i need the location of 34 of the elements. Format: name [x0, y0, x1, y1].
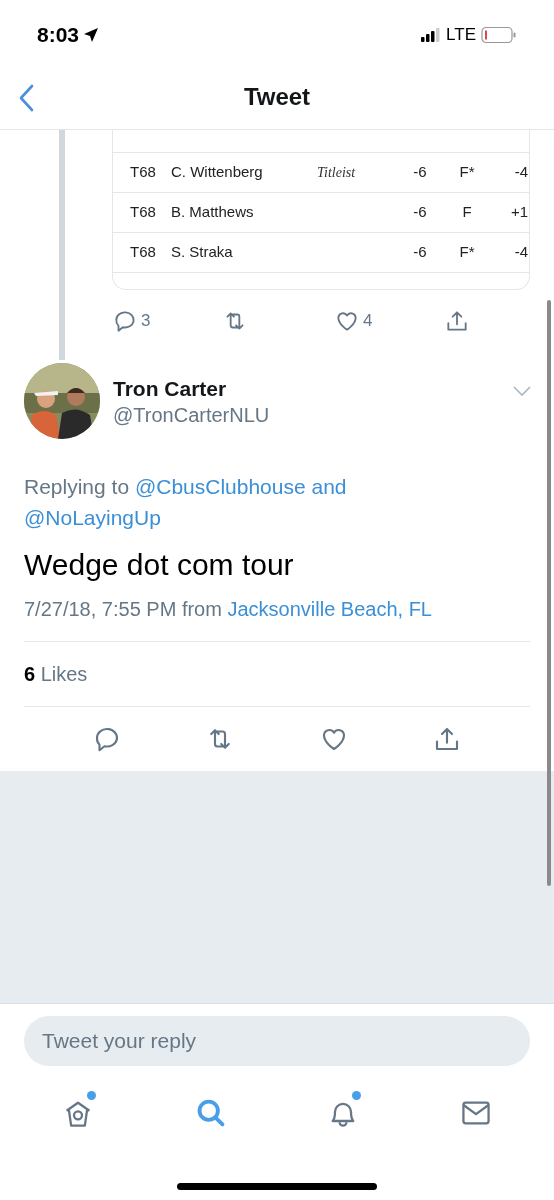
player-cell-text: S. Straka: [170, 242, 234, 263]
to-par-cell-text: -6: [412, 202, 428, 223]
location-arrow-icon: [83, 26, 100, 43]
today-cell-text: -4: [513, 162, 528, 183]
author-handle: @TronCarterNLU: [113, 403, 271, 428]
thru-cell-text: F*: [458, 162, 476, 183]
reply-field[interactable]: Tweet your reply: [24, 1016, 530, 1066]
mention-link[interactable]: @CbusClubhouse: [134, 475, 306, 498]
to-par-cell-text: -6: [412, 162, 428, 183]
position-cell-text: T68: [129, 242, 157, 263]
action-count: 3: [141, 310, 151, 333]
player-cell-text: B. Matthews: [170, 202, 255, 223]
author-name: Tron Carter: [113, 376, 228, 402]
likes-count[interactable]: 6 Likes: [24, 659, 88, 689]
clock-time: 8:03: [37, 21, 80, 48]
mention-link[interactable]: @NoLayingUp: [24, 506, 161, 529]
today-cell-text: -4: [513, 242, 528, 263]
sponsor-logo: Titleist: [317, 164, 356, 182]
location-link[interactable]: Jacksonville Beach, FL: [227, 598, 432, 620]
position-cell-text: T68: [129, 202, 157, 223]
replying-to-text: Replying to @CbusClubhouse and @NoLayingUp: [24, 474, 348, 531]
signal-icon: [421, 27, 442, 42]
tweet-text: Wedge dot com tour: [24, 547, 295, 583]
page-title: Tweet: [243, 82, 311, 112]
battery-icon: [481, 25, 517, 44]
thru-cell-text: F*: [458, 242, 476, 263]
thru-cell-text: F: [461, 202, 473, 223]
player-cell-text: C. Wittenberg: [170, 162, 264, 183]
action-count: 4: [363, 310, 373, 333]
to-par-cell-text: -6: [412, 242, 428, 263]
today-cell-text: +1: [509, 202, 528, 223]
timestamp-text: 7/27/18, 7:55 PM from Jacksonville Beach, FL: [24, 597, 433, 622]
network-type: LTE: [446, 23, 476, 46]
position-cell-text: T68: [129, 162, 157, 183]
